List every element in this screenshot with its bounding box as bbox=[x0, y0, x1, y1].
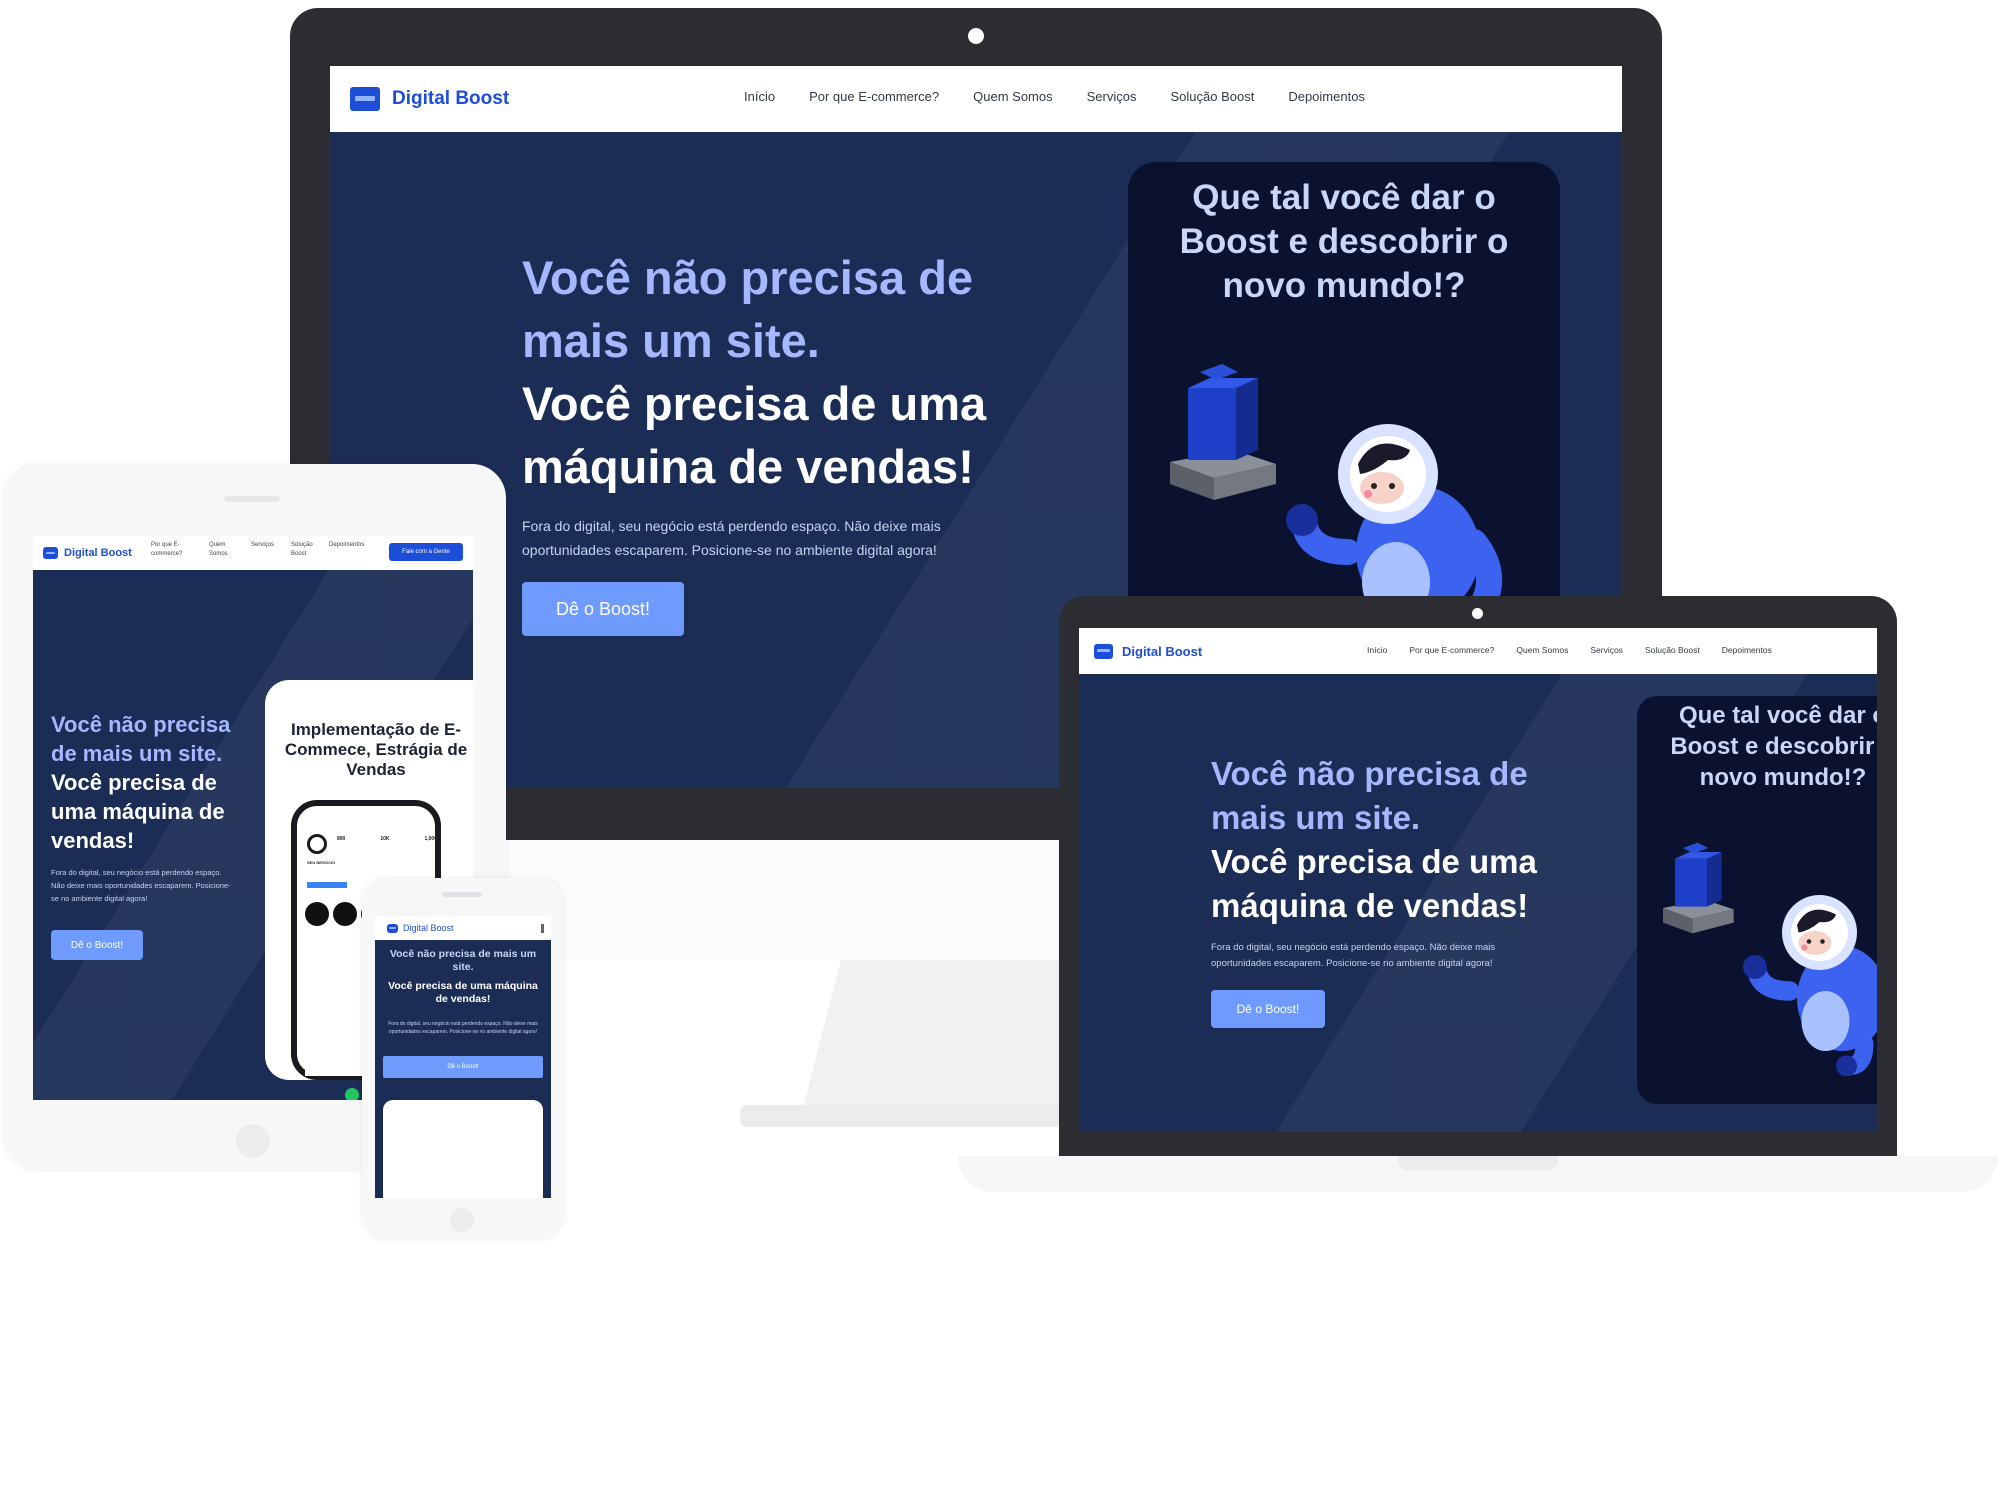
tablet-contact-button[interactable]: Fale com a Gente bbox=[389, 543, 463, 561]
tab-nav-servicos[interactable]: Serviços bbox=[251, 541, 274, 550]
laptop-nav-menu: Início Por que E-commerce? Quem Somos Se… bbox=[1367, 645, 1772, 655]
hamburger-icon[interactable] bbox=[541, 924, 544, 933]
camera-dot-icon bbox=[968, 28, 984, 44]
phone-hero-b: Você precisa de uma máquina de vendas! bbox=[388, 980, 538, 1005]
tab-nav-quem-1[interactable]: Quem bbox=[209, 541, 225, 550]
camera-dot-icon bbox=[1472, 608, 1483, 619]
tab-nav-quem-2[interactable]: Somos bbox=[209, 550, 228, 559]
astronaut-icon bbox=[1743, 895, 1877, 1076]
phone-profile-name: SEU NEGÓCIO bbox=[307, 860, 336, 865]
nav-menu: Início Por que E-commerce? Quem Somos Se… bbox=[744, 89, 1365, 104]
phone-logo[interactable]: Digital Boost bbox=[387, 923, 454, 933]
tab-nav-por-que-1[interactable]: Por que E- bbox=[151, 541, 180, 550]
phone-cta-button[interactable]: Dê o Boost! bbox=[383, 1056, 543, 1078]
logo-icon bbox=[1094, 643, 1113, 659]
logo-icon bbox=[387, 923, 398, 933]
phone-navbar: Digital Boost bbox=[375, 916, 551, 940]
phone-speaker bbox=[442, 892, 482, 897]
laptop-nav-servicos[interactable]: Serviços bbox=[1590, 645, 1623, 655]
home-button-icon bbox=[236, 1124, 270, 1158]
tab-nav-solucao-2[interactable]: Boost bbox=[291, 550, 306, 559]
logo[interactable]: Digital Boost bbox=[350, 87, 509, 111]
nav-servicos[interactable]: Serviços bbox=[1087, 89, 1137, 104]
phone-stat-following: 1,000 bbox=[424, 836, 437, 842]
laptop-logo[interactable]: Digital Boost bbox=[1094, 643, 1203, 659]
nav-solucao[interactable]: Solução Boost bbox=[1170, 89, 1254, 104]
phone-white-card bbox=[383, 1100, 543, 1198]
nav-depoimentos[interactable]: Depoimentos bbox=[1288, 89, 1365, 104]
hero-cta-button[interactable]: Dê o Boost! bbox=[522, 582, 684, 636]
tablet-hero-subtitle: Fora do digital, seu negócio está perden… bbox=[51, 868, 231, 903]
tablet-hero-a: Você não precisa de mais um site. bbox=[51, 712, 231, 766]
tab-nav-solucao-1[interactable]: Solução bbox=[291, 541, 313, 550]
laptop-hinge-notch bbox=[1398, 1156, 1558, 1170]
laptop-screen: Digital Boost Início Por que E-commerce?… bbox=[1079, 628, 1877, 1132]
laptop-nav-solucao[interactable]: Solução Boost bbox=[1645, 645, 1700, 655]
laptop-brand-name: Digital Boost bbox=[1122, 643, 1203, 659]
tablet-brand-name: Digital Boost bbox=[64, 547, 132, 559]
tablet-navbar: Digital Boost Por que E- commerce? Quem … bbox=[33, 536, 473, 570]
phone-stat-posts: 890 bbox=[337, 836, 346, 842]
hero-headline-a: Você não precisa de mais um site. bbox=[522, 251, 974, 367]
phone-stats: 890 10K 1,000 bbox=[337, 836, 437, 842]
laptop-navbar: Digital Boost Início Por que E-commerce?… bbox=[1079, 628, 1877, 674]
tablet-card-title: Implementação de E-Commece, Estrágia de … bbox=[284, 720, 468, 779]
home-button-icon bbox=[450, 1208, 474, 1232]
tab-nav-por-que-2[interactable]: commerce? bbox=[151, 550, 182, 559]
nav-quem-somos[interactable]: Quem Somos bbox=[973, 89, 1052, 104]
panel-text: Que tal você dar o Boost e descobrir o n… bbox=[1179, 178, 1509, 305]
tablet-hero-b: Você precisa de uma máquina de vendas! bbox=[51, 770, 225, 853]
logo-icon bbox=[350, 87, 380, 111]
laptop-nav-quem-somos[interactable]: Quem Somos bbox=[1516, 645, 1568, 655]
laptop-side-panel: Que tal você dar o Boost e descobrir o n… bbox=[1637, 696, 1877, 1104]
phone-profile-avatar bbox=[307, 834, 327, 854]
laptop-nav-depoimentos[interactable]: Depoimentos bbox=[1722, 645, 1772, 655]
laptop-cta-button[interactable]: Dê o Boost! bbox=[1211, 990, 1325, 1028]
laptop-nav-por-que[interactable]: Por que E-commerce? bbox=[1409, 645, 1494, 655]
tablet-cta-button[interactable]: Dê o Boost! bbox=[51, 930, 143, 960]
navbar: Digital Boost Início Por que E-commerce?… bbox=[330, 66, 1622, 132]
tablet-speaker bbox=[224, 496, 280, 502]
brand-name: Digital Boost bbox=[392, 88, 510, 109]
phone-stat-followers: 10K bbox=[380, 836, 390, 842]
laptop-hero-b: Você precisa de uma máquina de vendas! bbox=[1211, 843, 1537, 924]
phone-profile-bar bbox=[307, 882, 347, 888]
cube-icon bbox=[1170, 364, 1276, 500]
phone-hero-a: Você não precisa de mais um site. bbox=[389, 948, 537, 973]
phone-brand-name: Digital Boost bbox=[403, 923, 454, 933]
laptop-hero-subtitle: Fora do digital, seu negócio está perden… bbox=[1211, 942, 1496, 969]
laptop-panel-text: Que tal você dar o Boost e descobrir o n… bbox=[1670, 702, 1877, 791]
laptop-nav-inicio[interactable]: Início bbox=[1367, 645, 1387, 655]
hero-headline-b: Você precisa de uma máquina de vendas! bbox=[522, 377, 987, 493]
phone-screen: Digital Boost Você não precisa de mais u… bbox=[375, 916, 551, 1198]
phone-hero-subtitle: Fora do digital, seu negócio está perden… bbox=[388, 1021, 538, 1035]
tab-nav-depoimentos[interactable]: Depoimentos bbox=[329, 541, 364, 550]
nav-inicio[interactable]: Início bbox=[744, 89, 775, 104]
laptop-hero-a: Você não precisa de mais um site. bbox=[1211, 755, 1528, 836]
hero-subtitle: Fora do digital, seu negócio está perden… bbox=[522, 518, 941, 558]
nav-por-que[interactable]: Por que E-commerce? bbox=[809, 89, 939, 104]
cube-icon bbox=[1663, 842, 1734, 934]
logo-icon bbox=[43, 547, 58, 559]
tablet-logo[interactable]: Digital Boost bbox=[43, 547, 132, 559]
whatsapp-float-dot[interactable] bbox=[345, 1088, 359, 1100]
